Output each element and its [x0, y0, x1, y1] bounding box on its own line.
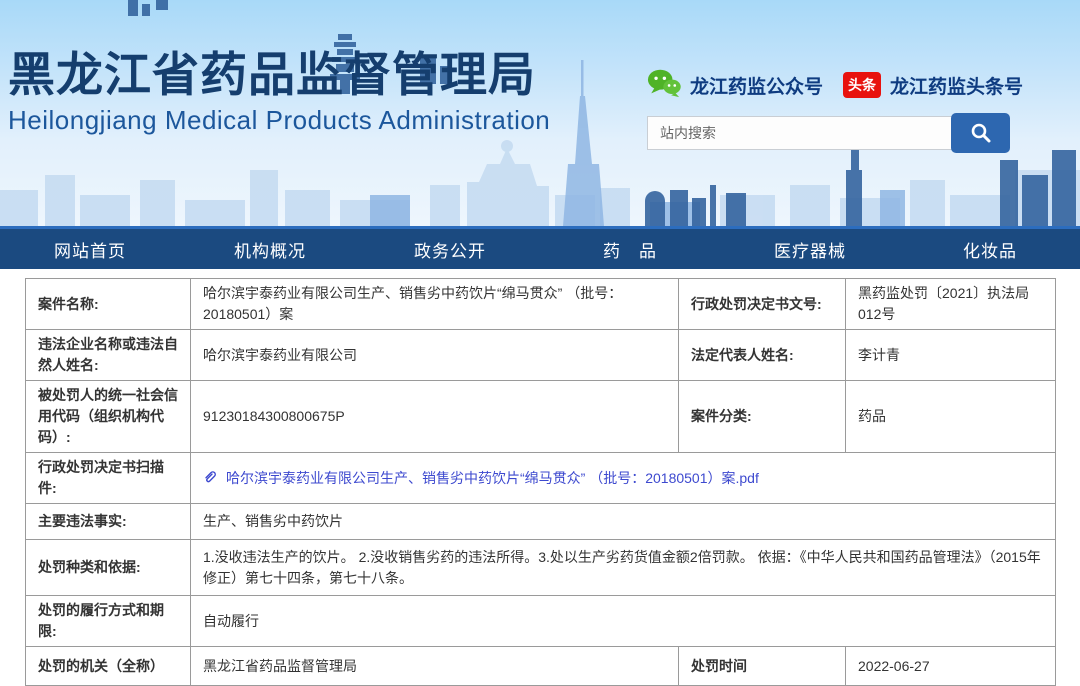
field-value: 哈尔滨宇泰药业有限公司 — [190, 329, 679, 381]
nav-item-cosmetics[interactable]: 化妆品 — [900, 229, 1080, 269]
table-row: 行政处罚决定书扫描件: 哈尔滨宇泰药业有限公司生产、销售劣中药饮片“绵马贯众” … — [25, 452, 1056, 504]
paperclip-icon — [203, 469, 218, 490]
toutiao-icon: 头条 — [843, 72, 882, 98]
nav-item-home[interactable]: 网站首页 — [0, 229, 180, 269]
site-header: 黑龙江省药品监督管理局 Heilongjiang Medical Product… — [0, 0, 1080, 226]
site-brand: 黑龙江省药品监督管理局 Heilongjiang Medical Product… — [8, 48, 550, 136]
field-label: 案件名称: — [25, 278, 191, 330]
field-value: 2022-06-27 — [845, 646, 1056, 686]
field-label: 被处罚人的统一社会信用代码（组织机构代码）: — [25, 380, 191, 453]
table-row: 处罚的机关（全称） 黑龙江省药品监督管理局 处罚时间 2022-06-27 — [25, 646, 1056, 686]
field-value: 哈尔滨宇泰药业有限公司生产、销售劣中药饮片“绵马贯众” （批号：20180501… — [190, 452, 1056, 504]
field-label: 处罚种类和依据: — [25, 539, 191, 596]
field-value: 91230184300800675P — [190, 380, 679, 453]
field-value: 李计青 — [845, 329, 1056, 381]
site-subtitle: Heilongjiang Medical Products Administra… — [8, 105, 551, 136]
field-value: 黑龙江省药品监督管理局 — [190, 646, 679, 686]
search-button[interactable] — [951, 113, 1010, 153]
search-icon — [969, 121, 993, 145]
wechat-icon — [647, 68, 681, 103]
wechat-account-link[interactable]: 龙江药监公众号 — [690, 72, 823, 99]
header-right: 龙江药监公众号 头条 龙江药监头条号 — [647, 68, 1023, 153]
nav-item-devices[interactable]: 医疗器械 — [720, 229, 900, 269]
penalty-case-table: 案件名称: 哈尔滨宇泰药业有限公司生产、销售劣中药饮片“绵马贯众” （批号：20… — [25, 278, 1056, 686]
field-value: 黑药监处罚〔2021〕执法局012号 — [845, 278, 1056, 330]
table-row: 处罚种类和依据: 1.没收违法生产的饮片。 2.没收销售劣药的违法所得。3.处以… — [25, 539, 1056, 596]
field-label: 违法企业名称或违法自然人姓名: — [25, 329, 191, 381]
pdf-link-text: 哈尔滨宇泰药业有限公司生产、销售劣中药饮片“绵马贯众” （批号：20180501… — [226, 469, 759, 486]
field-label: 案件分类: — [678, 380, 846, 453]
main-navigation: 网站首页 机构概况 政务公开 药 品 医疗器械 化妆品 — [0, 226, 1080, 269]
field-value: 1.没收违法生产的饮片。 2.没收销售劣药的违法所得。3.处以生产劣药货值金额2… — [190, 539, 1056, 596]
field-value: 生产、销售劣中药饮片 — [190, 503, 1056, 540]
nav-item-drugs[interactable]: 药 品 — [540, 229, 720, 269]
page: { "header": { "title": "黑龙江省药品监督管理局", "s… — [0, 0, 1080, 686]
table-row: 违法企业名称或违法自然人姓名: 哈尔滨宇泰药业有限公司 法定代表人姓名: 李计青 — [25, 329, 1056, 381]
penalty-decision-pdf-link[interactable]: 哈尔滨宇泰药业有限公司生产、销售劣中药饮片“绵马贯众” （批号：20180501… — [203, 468, 759, 489]
table-row: 主要违法事实: 生产、销售劣中药饮片 — [25, 503, 1056, 540]
field-value: 哈尔滨宇泰药业有限公司生产、销售劣中药饮片“绵马贯众” （批号：20180501… — [190, 278, 679, 330]
field-label: 行政处罚决定书扫描件: — [25, 452, 191, 504]
field-label: 处罚的机关（全称） — [25, 646, 191, 686]
nav-item-gov-info[interactable]: 政务公开 — [360, 229, 540, 269]
main-content: 案件名称: 哈尔滨宇泰药业有限公司生产、销售劣中药饮片“绵马贯众” （批号：20… — [0, 269, 1080, 686]
site-title: 黑龙江省药品监督管理局 — [8, 48, 536, 101]
field-value: 药品 — [845, 380, 1056, 453]
field-label: 行政处罚决定书文号: — [678, 278, 846, 330]
table-row: 处罚的履行方式和期限: 自动履行 — [25, 595, 1056, 647]
field-value: 自动履行 — [190, 595, 1056, 647]
social-links: 龙江药监公众号 头条 龙江药监头条号 — [647, 68, 1023, 103]
table-row: 案件名称: 哈尔滨宇泰药业有限公司生产、销售劣中药饮片“绵马贯众” （批号：20… — [25, 278, 1056, 330]
field-label: 处罚的履行方式和期限: — [25, 595, 191, 647]
field-label: 处罚时间 — [678, 646, 846, 686]
table-row: 被处罚人的统一社会信用代码（组织机构代码）: 91230184300800675… — [25, 380, 1056, 453]
field-label: 法定代表人姓名: — [678, 329, 846, 381]
field-label: 主要违法事实: — [25, 503, 191, 540]
nav-item-about[interactable]: 机构概况 — [180, 229, 360, 269]
site-search — [647, 113, 1022, 153]
toutiao-account-link[interactable]: 龙江药监头条号 — [890, 72, 1023, 99]
search-input[interactable] — [647, 116, 954, 150]
